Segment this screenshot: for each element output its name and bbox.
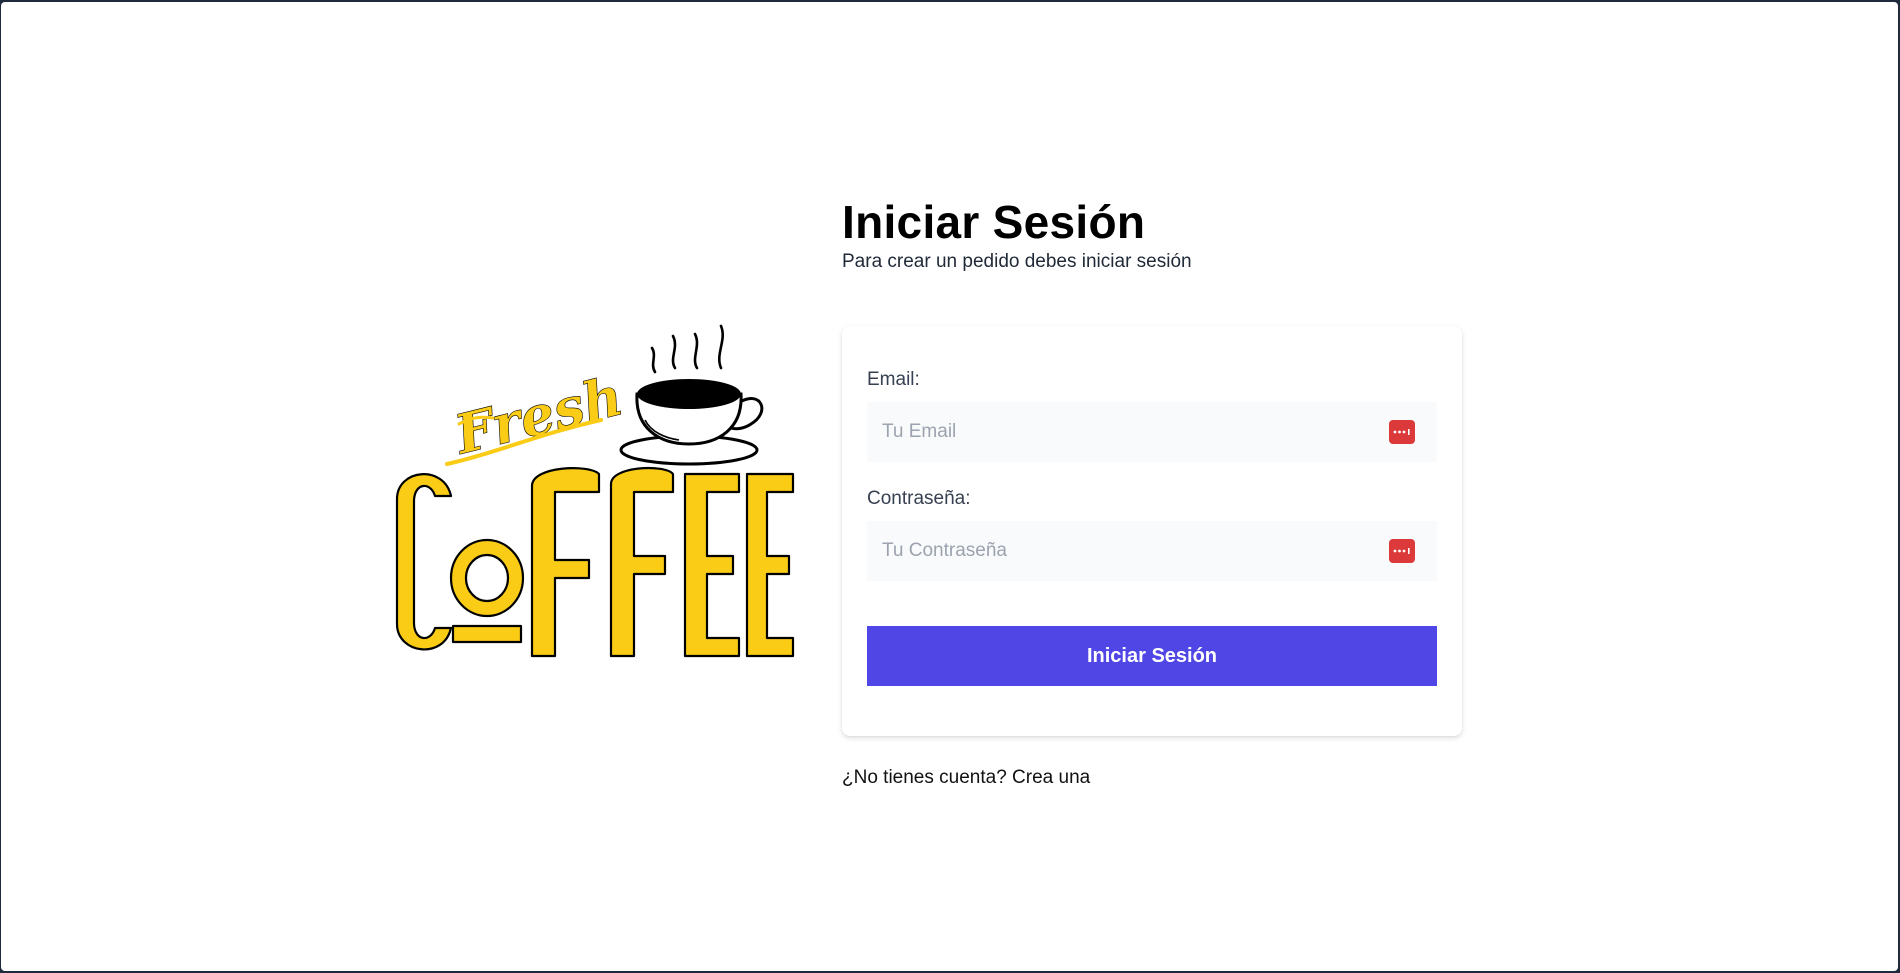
password-field-wrapper (867, 521, 1437, 581)
coffee-cup-icon (619, 379, 764, 466)
password-input[interactable] (867, 521, 1437, 581)
page-viewport: Fresh Iniciar Sesión Para crear un pedid… (1, 2, 1898, 971)
signup-link[interactable]: ¿No tienes cuenta? Crea una (842, 766, 1090, 790)
email-input[interactable] (867, 402, 1437, 462)
login-submit-button[interactable]: Iniciar Sesión (867, 626, 1437, 686)
fresh-coffee-logo: Fresh (395, 324, 795, 658)
email-field-wrapper (867, 402, 1437, 462)
login-form: Email: Contraseña: (842, 326, 1462, 736)
password-manager-icon[interactable] (1389, 420, 1415, 444)
steam-lines (650, 324, 724, 374)
email-label: Email: (867, 369, 920, 390)
logo-main-text (395, 466, 795, 658)
page-title: Iniciar Sesión (842, 196, 1146, 248)
login-section: Iniciar Sesión Para crear un pedido debe… (842, 196, 1462, 790)
password-label: Contraseña: (867, 488, 971, 509)
logo-script-text: Fresh (447, 363, 629, 467)
password-manager-icon[interactable] (1389, 539, 1415, 563)
page-subtitle: Para crear un pedido debes iniciar sesió… (842, 251, 1192, 272)
